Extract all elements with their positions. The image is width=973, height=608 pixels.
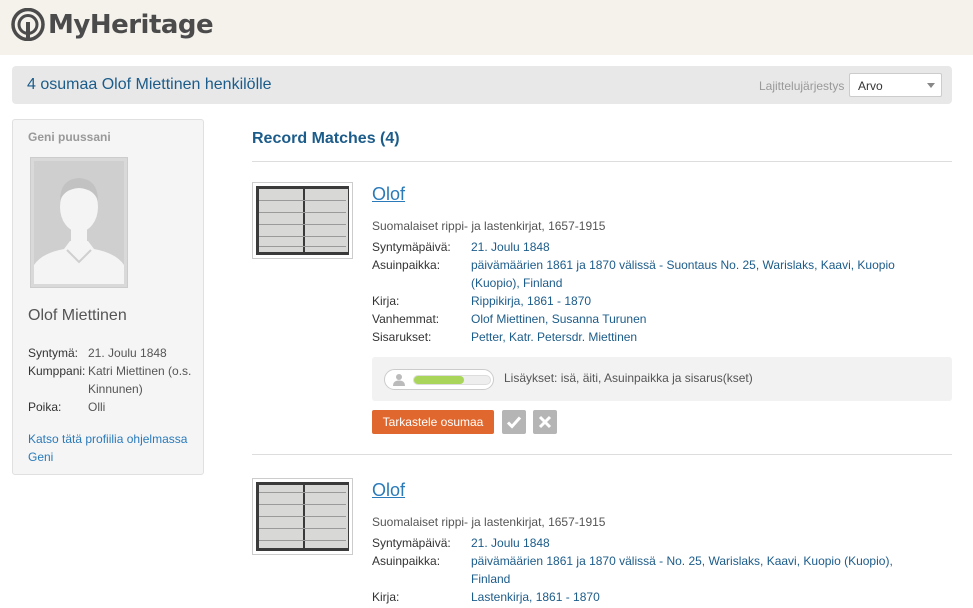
top-bar: MyHeritage — [0, 0, 973, 55]
fact-label: Vanhemmat: — [372, 312, 440, 326]
record-matches-title: Record Matches (4) — [252, 130, 400, 147]
fact-label: Syntymäpäivä: — [372, 240, 451, 254]
fact-label: Syntymäpäivä: — [372, 536, 451, 550]
meter-fill — [414, 376, 465, 384]
sort-label: Lajittelujärjestys — [759, 79, 845, 93]
fact-label: Syntymä: — [28, 346, 79, 360]
silhouette-icon — [34, 161, 124, 284]
sort-select[interactable]: Arvo — [849, 73, 942, 97]
record-fact-row: Kirja: Rippikirja, 1861 - 1870 — [372, 292, 911, 310]
confirm-match-button[interactable] — [502, 410, 526, 434]
fact-label: Asuinpaikka: — [372, 258, 441, 272]
fact-value: päivämäärien 1861 ja 1870 välissä - Suon… — [471, 258, 895, 290]
profile-facts: Syntymä: 21. Joulu 1848 Kumppani: Katri … — [28, 344, 198, 416]
fact-value: Olli — [88, 400, 106, 414]
sort-select-value: Arvo — [858, 79, 883, 93]
fact-value: Olof Miettinen, Susanna Turunen — [471, 312, 647, 326]
fact-value: 21. Joulu 1848 — [471, 240, 550, 254]
record-collection: Suomalaiset rippi- ja lastenkirjat, 1657… — [372, 515, 606, 529]
fact-label: Poika: — [28, 400, 62, 414]
record-facts: Syntymäpäivä: 21. Joulu 1848 Asuinpaikka… — [372, 534, 911, 606]
record-thumbnail[interactable] — [252, 478, 353, 555]
record-fact-row: Sisarukset: Petter, Katr. Petersdr. Miet… — [372, 328, 911, 346]
match-quality-meter — [384, 369, 494, 390]
record-fact-row: Vanhemmat: Olof Miettinen, Susanna Turun… — [372, 310, 911, 328]
chevron-down-icon — [927, 83, 935, 88]
fact-label: Sisarukset: — [372, 330, 432, 344]
check-icon — [506, 416, 522, 429]
profile-fact-row: Syntymä: 21. Joulu 1848 — [28, 344, 198, 362]
view-match-button[interactable]: Tarkastele osumaa — [372, 410, 494, 434]
divider — [252, 454, 952, 455]
person-icon — [393, 374, 405, 386]
view-in-geni-link[interactable]: Katso tätä profiilia ohjelmassa Geni — [28, 430, 198, 466]
record-thumbnail[interactable] — [252, 182, 353, 259]
results-header: 4 osumaa Olof Miettinen henkilölle Lajit… — [12, 66, 952, 104]
myheritage-logo-icon — [11, 8, 45, 41]
fact-value: päivämäärien 1861 ja 1870 välissä - No. … — [471, 554, 893, 586]
fact-value: 21. Joulu 1848 — [471, 536, 550, 550]
close-icon — [538, 415, 552, 429]
record-facts: Syntymäpäivä: 21. Joulu 1848 Asuinpaikka… — [372, 238, 911, 346]
record-name-link[interactable]: Olof — [372, 184, 405, 205]
reject-match-button[interactable] — [533, 410, 557, 434]
fact-label: Kirja: — [372, 590, 400, 604]
profile-name: Olof Miettinen — [28, 307, 127, 324]
record-collection: Suomalaiset rippi- ja lastenkirjat, 1657… — [372, 219, 606, 233]
fact-value: Lastenkirja, 1861 - 1870 — [471, 590, 600, 604]
meter-track — [413, 375, 491, 385]
fact-value: 21. Joulu 1848 — [88, 346, 167, 360]
myheritage-logo[interactable]: MyHeritage — [11, 8, 214, 41]
fact-value: Katri Miettinen (o.s. Kinnunen) — [88, 364, 192, 396]
fact-label: Kumppani: — [28, 364, 86, 378]
profile-fact-row: Kumppani: Katri Miettinen (o.s. Kinnunen… — [28, 362, 198, 398]
extras-text: Lisäykset: isä, äiti, Asuinpaikka ja sis… — [504, 371, 753, 385]
brand-name: MyHeritage — [48, 9, 214, 40]
fact-label: Asuinpaikka: — [372, 554, 441, 568]
record-fact-row: Asuinpaikka: päivämäärien 1861 ja 1870 v… — [372, 256, 911, 292]
record-fact-row: Kirja: Lastenkirja, 1861 - 1870 — [372, 588, 911, 606]
profile-fact-row: Poika: Olli — [28, 398, 198, 416]
extra-info-bar: Lisäykset: isä, äiti, Asuinpaikka ja sis… — [372, 357, 952, 401]
avatar — [30, 157, 128, 288]
record-fact-row: Syntymäpäivä: 21. Joulu 1848 — [372, 534, 911, 552]
sidebar-heading: Geni puussani — [28, 130, 111, 144]
divider — [252, 161, 952, 162]
record-name-link[interactable]: Olof — [372, 480, 405, 501]
record-fact-row: Syntymäpäivä: 21. Joulu 1848 — [372, 238, 911, 256]
record-fact-row: Asuinpaikka: päivämäärien 1861 ja 1870 v… — [372, 552, 911, 588]
fact-value: Petter, Katr. Petersdr. Miettinen — [471, 330, 638, 344]
fact-label: Kirja: — [372, 294, 400, 308]
results-title: 4 osumaa Olof Miettinen henkilölle — [27, 76, 272, 93]
fact-value: Rippikirja, 1861 - 1870 — [471, 294, 592, 308]
tree-profile-sidebar: Geni puussani Olof Miettinen Syntymä: 21… — [12, 119, 204, 475]
